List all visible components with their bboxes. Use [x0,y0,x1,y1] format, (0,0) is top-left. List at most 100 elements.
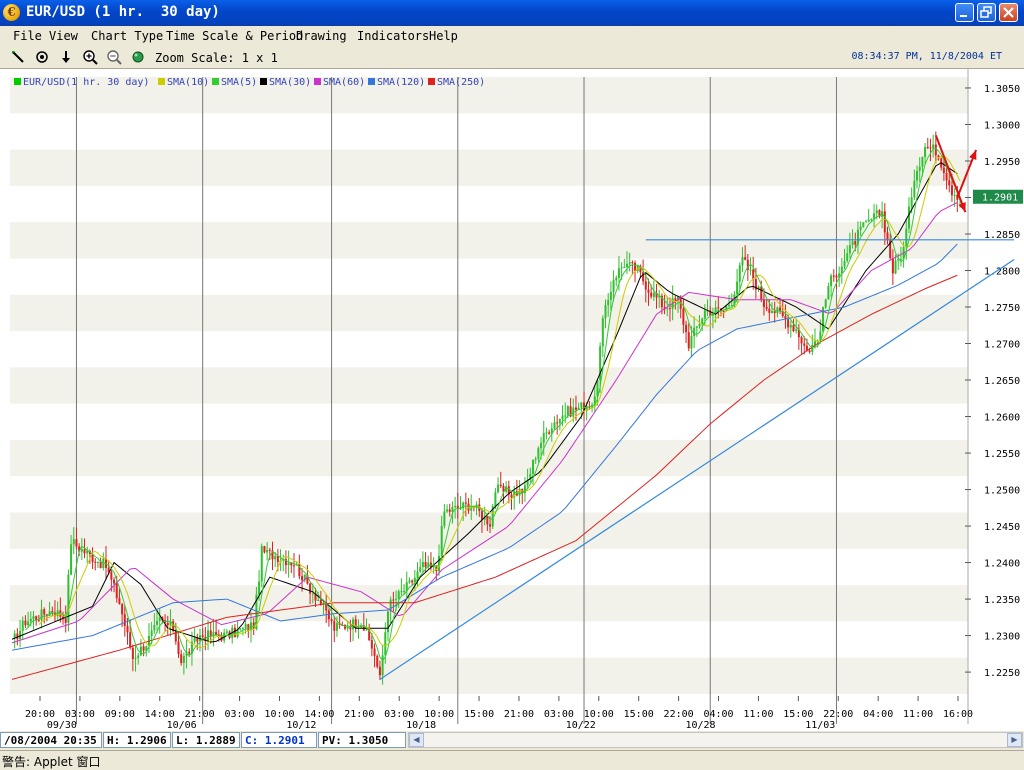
candle-body [193,637,196,642]
candle-body [787,319,790,328]
legend-label: SMA(60) [323,77,365,88]
legend-swatch [158,78,165,85]
candle-body [749,269,752,271]
candle-body [760,286,763,300]
y-tick-label: 1.2450 [984,522,1020,533]
candle-body [241,627,244,629]
x-tick-label: 21:00 [504,709,534,720]
zoom-scale-label: Zoom Scale: 1 x 1 [155,51,278,65]
y-tick-label: 1.2750 [984,303,1020,314]
clock-readout: 08:34:37 PM, 11/8/2004 ET [851,51,1002,62]
menu-time-scale[interactable]: Time Scale & Period [166,29,303,43]
close-button[interactable] [999,3,1018,22]
candle-body [480,511,483,520]
legend-label: SMA(250) [437,77,485,88]
candle-body [666,308,669,310]
app-icon: € [3,4,20,21]
y-tick-label: 1.2500 [984,486,1020,497]
candle-body [835,275,838,278]
candle-body [698,324,701,327]
x-tick-label: 04:00 [703,709,733,720]
status-datetime: /08/2004 20:35 [0,732,102,748]
scroll-right-icon[interactable]: ▶ [1007,733,1022,747]
scroll-left-icon[interactable]: ◀ [409,733,424,747]
candle-body [494,492,497,507]
horizontal-scrollbar[interactable]: ◀ ▶ [408,732,1023,748]
candle-body [601,318,604,347]
menu-drawing[interactable]: Drawing [296,29,347,43]
candle-body [768,308,771,313]
target-icon[interactable] [33,48,51,66]
candle-body [301,576,304,581]
red-arrow-head [969,150,977,161]
candle-body [795,329,798,332]
legend-swatch [368,78,375,85]
candle-body [333,620,336,631]
menu-view[interactable]: View [49,29,78,43]
candle-body [27,621,30,626]
restore-button[interactable] [977,3,996,22]
y-tick-label: 1.2300 [984,632,1020,643]
x-tick-label: 10:00 [264,709,294,720]
candle-body [859,226,862,230]
candle-body [918,166,921,171]
candle-body [537,448,540,459]
restore-icon [980,6,992,18]
candle-body [408,580,411,583]
candle-body [832,275,835,277]
candle-body [311,593,314,595]
menu-help[interactable]: Help [429,29,458,43]
zoom-out-icon[interactable] [105,48,123,66]
zoom-in-icon[interactable] [81,48,99,66]
candle-body [862,222,865,227]
globe-icon[interactable] [129,48,147,66]
candle-body [916,170,919,181]
y-tick-label: 1.2700 [984,340,1020,351]
minimize-button[interactable] [955,3,974,22]
candle-body [803,343,806,346]
line-tool-icon[interactable] [9,48,27,66]
candle-body [612,280,615,292]
candle-body [225,631,228,633]
x-tick-label: 03:00 [225,709,255,720]
candle-body [233,627,236,637]
grid-band [10,77,968,114]
candle-body [674,298,677,301]
candle-body [156,620,159,625]
candle-body [19,630,22,640]
price-chart[interactable]: 1.30501.30001.29501.29001.28501.28001.27… [0,69,1024,731]
x-tick-label: 20:00 [25,709,55,720]
down-arrow-icon[interactable] [57,48,75,66]
candle-body [703,310,706,319]
candle-body [631,262,634,264]
candle-body [894,260,897,274]
menu-file[interactable]: File [13,29,42,43]
candle-body [134,657,137,659]
chart-canvas[interactable]: 1.30501.30001.29501.29001.28501.28001.27… [0,69,1024,731]
x-tick-label: 10:00 [584,709,614,720]
candle-body [953,194,956,196]
grid-band [10,439,968,477]
candle-body [180,654,183,663]
candle-body [400,591,403,593]
menu-indicators[interactable]: Indicators [357,29,429,43]
candle-body [741,257,744,266]
legend-label: SMA(120) [377,77,425,88]
candle-body [929,147,932,149]
candle-body [553,422,556,429]
candle-body [86,551,89,554]
candle-body [260,546,263,582]
candle-body [848,245,851,254]
x-tick-label: 11:00 [743,709,773,720]
menu-chart-type[interactable]: Chart Type [91,29,163,43]
legend-label: SMA(10) [167,77,209,88]
candle-body [166,622,169,626]
candle-body [617,268,620,278]
candle-body [771,311,774,313]
legend-swatch [314,78,321,85]
grid-band [10,585,968,622]
candle-body [518,488,521,496]
x-date-label: 09/30 [47,720,77,731]
y-tick-label: 1.2250 [984,668,1020,679]
candle-body [378,666,381,676]
